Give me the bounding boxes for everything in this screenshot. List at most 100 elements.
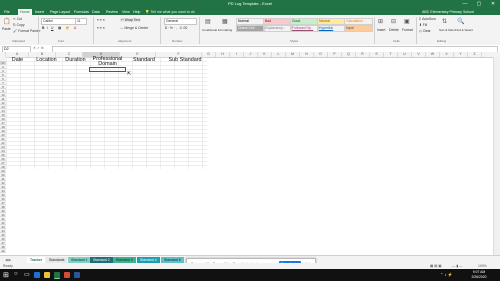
merge-label: Merge & Center bbox=[124, 26, 149, 30]
format-painter-button[interactable]: 🖌 Format Painter bbox=[13, 29, 41, 33]
column-header-t[interactable]: T bbox=[384, 52, 398, 57]
borders-icon[interactable]: ▦ bbox=[58, 26, 61, 30]
column-header-s[interactable]: S bbox=[370, 52, 384, 57]
insert-cells-button[interactable]: Insert bbox=[377, 28, 385, 32]
style-explanatory[interactable]: Explanatory... bbox=[263, 25, 292, 32]
chrome-icon[interactable] bbox=[64, 272, 70, 278]
style-input[interactable]: Input bbox=[344, 25, 373, 32]
window-title: PD Log Template - Excel bbox=[228, 1, 272, 6]
close-button[interactable]: ✕ bbox=[486, 0, 500, 8]
bold-button[interactable]: B bbox=[42, 26, 44, 30]
style-followed-hyperlink[interactable]: Followed Hy... bbox=[290, 25, 319, 32]
column-header-i[interactable]: I bbox=[230, 52, 244, 57]
align-left-icon[interactable]: ≡ ≡ ≡ bbox=[97, 26, 105, 30]
conditional-formatting-icon[interactable]: ▤ bbox=[205, 18, 211, 25]
divider bbox=[374, 17, 375, 44]
font-name-box[interactable]: Calibri bbox=[41, 18, 76, 25]
style-normal[interactable]: Normal bbox=[236, 18, 265, 25]
minimize-button[interactable]: — bbox=[458, 0, 472, 8]
style-bad[interactable]: Bad bbox=[263, 18, 292, 25]
column-header-o[interactable]: O bbox=[314, 52, 328, 57]
mouse-cursor-icon: ⇱ bbox=[127, 71, 132, 77]
sort-filter-icon[interactable]: ⇅ bbox=[442, 18, 447, 25]
edge-icon[interactable] bbox=[34, 272, 40, 278]
excel-icon[interactable] bbox=[54, 272, 60, 279]
fill-button[interactable]: ⬇ Fill bbox=[419, 23, 427, 27]
fill-down-icon: ⬇ bbox=[419, 23, 422, 27]
fill-color-icon[interactable]: ◩ bbox=[66, 26, 69, 30]
column-header-q[interactable]: Q bbox=[342, 52, 356, 57]
column-header-k[interactable]: K bbox=[258, 52, 272, 57]
delete-cells-icon[interactable]: ⊟ bbox=[391, 18, 396, 25]
header-sub-standard[interactable]: Sub Standard bbox=[162, 57, 208, 63]
brush-icon: 🖌 bbox=[13, 29, 18, 33]
underline-button[interactable]: U bbox=[51, 26, 53, 30]
cut-button[interactable]: ✂ Cut bbox=[13, 17, 22, 21]
column-header-x[interactable]: X bbox=[440, 52, 454, 57]
selected-cell-d2[interactable] bbox=[89, 67, 126, 72]
maximize-button[interactable]: ▢ bbox=[472, 0, 486, 8]
find-select-icon[interactable]: 🔍 bbox=[457, 18, 464, 25]
conditional-formatting-button[interactable]: Conditional Formatting bbox=[202, 28, 232, 32]
column-header-u[interactable]: U bbox=[398, 52, 412, 57]
font-color-icon[interactable]: A bbox=[74, 26, 76, 30]
style-check-cell[interactable]: Check Cell bbox=[236, 25, 265, 32]
italic-button[interactable]: I bbox=[47, 26, 48, 30]
clock-time[interactable]: 9:07 AM bbox=[468, 270, 490, 274]
format-as-table-icon[interactable]: ▦ bbox=[222, 18, 228, 25]
insert-cells-icon[interactable]: ⊞ bbox=[378, 18, 383, 25]
header-location[interactable]: Location bbox=[33, 57, 60, 63]
column-header-h[interactable]: H bbox=[216, 52, 230, 57]
header-standard[interactable]: Standard bbox=[126, 57, 162, 63]
column-header-v[interactable]: V bbox=[412, 52, 426, 57]
header-date[interactable]: Date bbox=[6, 57, 29, 63]
search-icon[interactable]: ○ bbox=[14, 271, 18, 277]
column-header-n[interactable]: N bbox=[300, 52, 314, 57]
header-duration[interactable]: Duration bbox=[62, 57, 89, 63]
word-icon[interactable] bbox=[74, 272, 80, 278]
cell-grid[interactable] bbox=[6, 57, 207, 169]
column-header-j[interactable]: J bbox=[244, 52, 258, 57]
vertical-scrollbar[interactable] bbox=[493, 57, 500, 255]
divider bbox=[416, 17, 417, 44]
paste-button[interactable]: Paste bbox=[2, 27, 11, 31]
autosum-button[interactable]: Σ AutoSum bbox=[419, 17, 436, 21]
task-view-icon[interactable]: ▭ bbox=[24, 271, 30, 278]
column-header-r[interactable]: R bbox=[356, 52, 370, 57]
row-header-49[interactable]: 49 bbox=[0, 249, 6, 253]
copy-button[interactable]: ⎘ Copy bbox=[13, 23, 25, 27]
align-top-icon[interactable]: ≡ ≡ ≡ bbox=[97, 18, 105, 22]
wrap-text-button[interactable]: ↵ Wrap Text bbox=[120, 18, 141, 22]
currency-icon[interactable]: $ · % · , .0 .00 bbox=[165, 26, 187, 30]
scissors-icon: ✂ bbox=[13, 17, 16, 21]
column-header-w[interactable]: W bbox=[426, 52, 440, 57]
tray-icons[interactable]: ⌃ ♪ ⚡ bbox=[440, 272, 453, 277]
format-cells-icon[interactable]: ▣ bbox=[404, 18, 410, 25]
paste-icon[interactable]: 📋 bbox=[3, 18, 10, 25]
style-good[interactable]: Good bbox=[290, 18, 319, 25]
merge-center-button[interactable]: ⇔ Merge & Center bbox=[120, 26, 148, 30]
number-format-box[interactable]: General bbox=[164, 18, 197, 25]
column-header-y[interactable]: Y bbox=[454, 52, 468, 57]
style-neutral[interactable]: Neutral bbox=[317, 18, 346, 25]
clear-button[interactable]: ◇ Clear bbox=[419, 29, 431, 33]
column-header-m[interactable]: M bbox=[286, 52, 300, 57]
fill-label: Fill bbox=[422, 23, 428, 27]
style-check-cell-label: Check Cell bbox=[238, 26, 255, 30]
column-header-z[interactable]: Z bbox=[468, 52, 482, 57]
style-hyperlink[interactable]: Hyperlink bbox=[317, 25, 346, 32]
style-calculation[interactable]: Calculation bbox=[344, 18, 373, 25]
sort-filter-button[interactable]: Sort & Filter bbox=[439, 28, 455, 32]
file-explorer-icon[interactable] bbox=[44, 272, 50, 278]
windows-start-icon[interactable]: ⊞ bbox=[3, 271, 9, 279]
column-header-p[interactable]: P bbox=[328, 52, 342, 57]
column-header-l[interactable]: L bbox=[272, 52, 286, 57]
delete-cells-button[interactable]: Delete bbox=[389, 28, 399, 32]
formula-icons[interactable]: ✕ ✓ fx bbox=[33, 46, 44, 51]
sigma-icon: Σ bbox=[419, 17, 422, 21]
clock-date[interactable]: 2/26/2020 bbox=[468, 275, 490, 279]
divider bbox=[199, 17, 200, 44]
font-size-box[interactable]: 11 bbox=[75, 18, 87, 25]
find-select-button[interactable]: Find & Select bbox=[455, 28, 473, 32]
format-cells-button[interactable]: Format bbox=[402, 28, 413, 32]
